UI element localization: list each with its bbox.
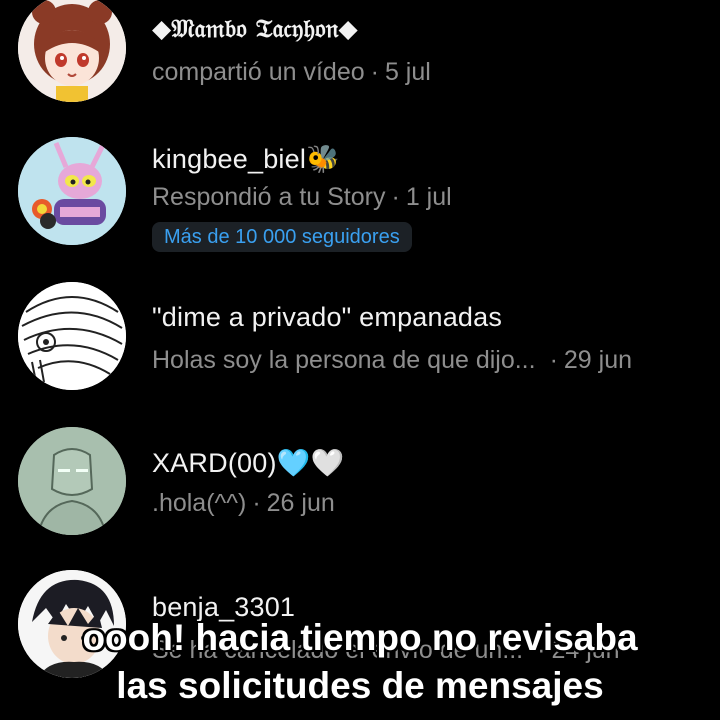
request-date: 29 jun [563, 346, 633, 374]
request-activity: .hola(^^) [152, 489, 247, 517]
request-username: ◆𝔐𝔞𝔪𝔟𝔬 𝔗𝔞𝔠𝔶𝔥𝔬𝔫◆ [152, 14, 358, 43]
request-row[interactable]: "dime a privado" empanadas Holas soy la … [0, 280, 720, 420]
request-row[interactable]: kingbee_biel🐝 Respondió a tu Story · 1 jul… [0, 135, 720, 275]
request-date: 5 jul [384, 58, 431, 86]
request-preview: .hola(^^) · 26 jun [152, 489, 335, 518]
request-activity: compartió un vídeo [152, 58, 365, 86]
separator-dot: · [252, 489, 261, 517]
request-activity: Holas soy la persona de que dijo... [152, 346, 536, 374]
request-preview: Respondió a tu Story · 1 jul [152, 183, 452, 212]
sketch-face-avatar-icon[interactable] [18, 282, 126, 390]
request-username: kingbee_biel🐝 [152, 144, 340, 174]
robot-sketch-avatar-icon[interactable] [18, 427, 126, 535]
request-row[interactable]: XARD(00)🩵🤍 .hola(^^) · 26 jun [0, 425, 720, 565]
bug-character-avatar-icon[interactable] [18, 137, 126, 245]
video-caption-line-1: oooh! hacia tiempo no revisaba [82, 617, 638, 658]
separator-dot: · [549, 346, 558, 374]
separator-dot: · [391, 183, 400, 211]
video-caption-line-2: las solicitudes de mensajes [116, 665, 604, 706]
request-preview: Holas soy la persona de que dijo... · 29 j… [152, 346, 632, 375]
request-date: 1 jul [405, 183, 452, 211]
anime-girl-avatar-icon[interactable] [18, 0, 126, 102]
request-username: XARD(00)🩵🤍 [152, 448, 345, 478]
separator-dot: · [370, 58, 379, 86]
request-row[interactable]: ◆𝔐𝔞𝔪𝔟𝔬 𝔗𝔞𝔠𝔶𝔥𝔬𝔫◆ compartió un vídeo · 5 jul [0, 0, 720, 140]
request-preview: compartió un vídeo · 5 jul [152, 58, 431, 87]
follower-count-badge: Más de 10 000 seguidores [152, 222, 412, 252]
request-username: "dime a privado" empanadas [152, 302, 503, 332]
request-date: 26 jun [266, 489, 335, 517]
message-requests-screen: ◆𝔐𝔞𝔪𝔟𝔬 𝔗𝔞𝔠𝔶𝔥𝔬𝔫◆ compartió un vídeo · 5 jul [0, 0, 720, 720]
request-activity: Respondió a tu Story [152, 183, 386, 211]
